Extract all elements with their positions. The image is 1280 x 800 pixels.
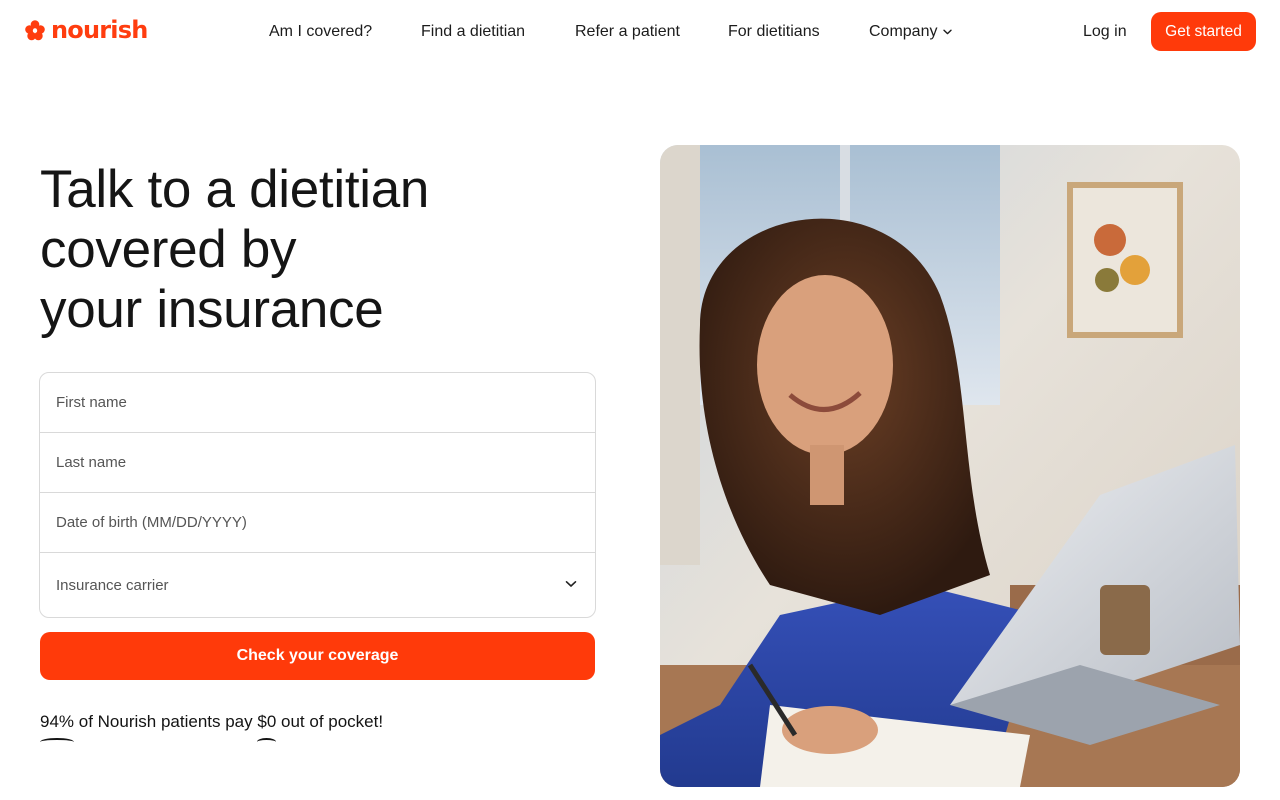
chevron-down-icon xyxy=(943,29,953,35)
nav-am-i-covered[interactable]: Am I covered? xyxy=(269,20,372,44)
dob-field-wrapper xyxy=(40,493,595,553)
chevron-down-icon xyxy=(565,581,577,587)
coverage-form: Insurance carrier xyxy=(39,372,596,618)
stat-amount: $0 xyxy=(257,710,276,740)
woman-writing-at-laptop-photo xyxy=(660,145,1240,787)
first-name-field-wrapper xyxy=(40,373,595,433)
nav-company-dropdown[interactable]: Company xyxy=(869,20,953,44)
date-of-birth-input[interactable] xyxy=(56,493,595,552)
insurance-carrier-select[interactable]: Insurance carrier xyxy=(40,553,595,617)
nav-refer-patient[interactable]: Refer a patient xyxy=(575,20,680,44)
first-name-input[interactable] xyxy=(56,373,595,432)
hero-title: Talk to a dietitian covered by your insu… xyxy=(40,160,600,340)
check-coverage-button[interactable]: Check your coverage xyxy=(40,632,595,680)
coverage-stat: 94% of Nourish patients pay $0 out of po… xyxy=(40,710,384,740)
stat-suffix-text: out of pocket! xyxy=(276,712,384,731)
login-link[interactable]: Log in xyxy=(1083,20,1127,44)
stat-middle-text: of Nourish patients pay xyxy=(74,712,258,731)
hero-title-line-3: your insurance xyxy=(40,280,384,339)
site-header: nourish Am I covered? Find a dietitian R… xyxy=(0,0,1280,64)
get-started-button[interactable]: Get started xyxy=(1151,12,1256,51)
insurance-carrier-placeholder: Insurance carrier xyxy=(56,576,169,594)
hero-title-line-1: Talk to a dietitian xyxy=(40,160,430,219)
last-name-field-wrapper xyxy=(40,433,595,493)
hero-title-line-2: covered by xyxy=(40,220,297,279)
stat-percent: 94% xyxy=(40,710,75,740)
last-name-input[interactable] xyxy=(56,433,595,492)
nav-find-dietitian[interactable]: Find a dietitian xyxy=(421,20,525,44)
hero-photo xyxy=(660,145,1240,787)
nav-for-dietitians[interactable]: For dietitians xyxy=(728,20,820,44)
nav-company-label: Company xyxy=(869,23,938,40)
